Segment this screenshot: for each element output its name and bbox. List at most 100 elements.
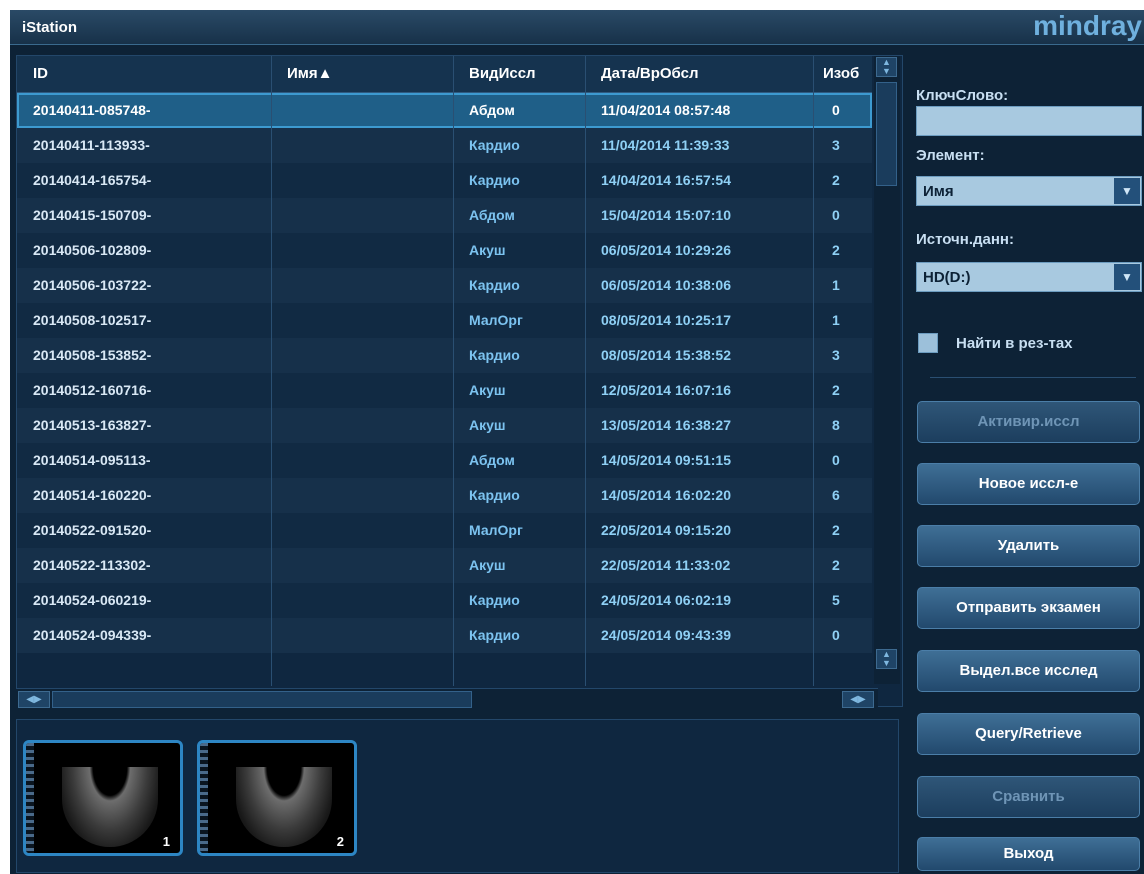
triangle-left-icon: ◀ (850, 694, 858, 705)
cell-exam-date: 11/04/2014 11:39:33 (601, 137, 730, 153)
compare-button[interactable]: Сравнить (917, 776, 1140, 818)
cell-exam-type: Кардио (469, 347, 520, 363)
table-row[interactable]: 20140415-150709- Абдом 15/04/2014 15:07:10… (17, 198, 872, 233)
keyword-label: КлючСлово: (916, 87, 1009, 104)
table-row[interactable]: 20140414-165754- Кардио 14/04/2014 16:57:5… (17, 163, 872, 198)
select-all-exams-button[interactable]: Выдел.все исслед (917, 650, 1140, 692)
exit-button[interactable]: Выход (917, 837, 1140, 871)
table-row[interactable]: 20140506-102809- Акуш 06/05/2014 10:29:26 2 (17, 233, 872, 268)
exam-table: ID Имя▲ ВидИссл Дата/ВрОбсл Изоб 2014041… (16, 55, 903, 707)
scroll-up-top-button[interactable]: ▲ ▼ (876, 57, 897, 77)
cell-image-count: 2 (832, 172, 840, 188)
cell-exam-type: Кардио (469, 172, 520, 188)
column-header-images[interactable]: Изоб (823, 65, 859, 82)
search-panel: КлючСлово: Элемент: Имя ▼ Источн.данн: H… (910, 55, 1144, 871)
table-row[interactable]: 20140508-153852- Кардио 08/05/2014 15:38:5… (17, 338, 872, 373)
column-divider (271, 56, 272, 686)
cell-exam-date: 22/05/2014 09:15:20 (601, 522, 731, 538)
vertical-scroll-thumb[interactable] (876, 82, 897, 186)
column-header-name[interactable]: Имя▲ (287, 65, 332, 82)
cell-image-count: 6 (832, 487, 840, 503)
cell-exam-date: 24/05/2014 09:43:39 (601, 627, 731, 643)
cell-image-count: 3 (832, 137, 840, 153)
scroll-left-right-button[interactable]: ◀▶ (842, 691, 874, 708)
chevron-down-icon[interactable]: ▼ (1114, 264, 1140, 290)
cell-exam-type: Абдом (469, 207, 515, 223)
table-row[interactable]: 20140411-085748- Абдом 11/04/2014 08:57:48… (17, 93, 872, 128)
element-select[interactable]: Имя ▼ (916, 176, 1142, 206)
horizontal-scrollbar[interactable]: ◀▶ ◀▶ (16, 688, 878, 709)
cell-exam-date: 15/04/2014 15:07:10 (601, 207, 731, 223)
table-row[interactable]: 20140522-091520- МалОрг 22/05/2014 09:15:2… (17, 513, 872, 548)
delete-button[interactable]: Удалить (917, 525, 1140, 567)
cell-exam-date: 06/05/2014 10:38:06 (601, 277, 731, 293)
cell-exam-date: 06/05/2014 10:29:26 (601, 242, 731, 258)
title-bar: iStation mindray (10, 10, 1144, 45)
search-in-results-checkbox[interactable] (918, 333, 938, 353)
cell-id: 20140414-165754- (33, 172, 152, 188)
cell-id: 20140524-094339- (33, 627, 152, 643)
table-row[interactable]: 20140524-060219- Кардио 24/05/2014 06:02:1… (17, 583, 872, 618)
ultrasound-image (236, 767, 332, 847)
column-header-id[interactable]: ID (33, 65, 48, 82)
cell-image-count: 0 (832, 102, 840, 118)
activate-exam-button[interactable]: Активир.иссл (917, 401, 1140, 443)
source-select[interactable]: HD(D:) ▼ (916, 262, 1142, 292)
column-divider (813, 56, 814, 686)
table-row[interactable]: 20140411-113933- Кардио 11/04/2014 11:39:3… (17, 128, 872, 163)
table-row[interactable]: 20140522-113302- Акуш 22/05/2014 11:33:02 2 (17, 548, 872, 583)
triangle-right-icon: ▶ (858, 694, 866, 705)
cell-image-count: 2 (832, 522, 840, 538)
column-divider (585, 56, 586, 686)
cell-exam-type: Акуш (469, 382, 506, 398)
triangle-left-icon: ◀ (26, 694, 34, 705)
column-header-exam-date[interactable]: Дата/ВрОбсл (601, 65, 699, 82)
table-row[interactable]: 20140506-103722- Кардио 06/05/2014 10:38:0… (17, 268, 872, 303)
chevron-down-icon[interactable]: ▼ (1114, 178, 1140, 204)
horizontal-scroll-thumb[interactable] (52, 691, 472, 708)
cell-exam-type: Кардио (469, 627, 520, 643)
cell-exam-date: 11/04/2014 08:57:48 (601, 102, 731, 118)
cell-exam-date: 24/05/2014 06:02:19 (601, 592, 731, 608)
column-header-exam-type[interactable]: ВидИссл (469, 65, 536, 82)
element-select-value: Имя (923, 183, 954, 200)
cell-id: 20140508-102517- (33, 312, 152, 328)
query-retrieve-button[interactable]: Query/Retrieve (917, 713, 1140, 755)
film-strip (200, 743, 208, 853)
table-row[interactable]: 20140508-102517- МалОрг 08/05/2014 10:25:1… (17, 303, 872, 338)
table-row[interactable]: 20140513-163827- Акуш 13/05/2014 16:38:27 8 (17, 408, 872, 443)
search-in-results-label[interactable]: Найти в рез-тах (956, 335, 1073, 352)
scroll-down-bottom-button[interactable]: ▲ ▼ (876, 649, 897, 669)
table-row[interactable]: 20140512-160716- Акуш 12/05/2014 16:07:16 2 (17, 373, 872, 408)
scroll-left-right-button[interactable]: ◀▶ (18, 691, 50, 708)
cell-image-count: 0 (832, 627, 840, 643)
brand-logo: mindray (1033, 10, 1142, 41)
cell-id: 20140524-060219- (33, 592, 152, 608)
cell-exam-date: 22/05/2014 11:33:02 (601, 557, 731, 573)
cell-id: 20140514-160220- (33, 487, 152, 503)
cell-exam-type: Акуш (469, 557, 506, 573)
cell-id: 20140508-153852- (33, 347, 152, 363)
table-row[interactable]: 20140524-094339- Кардио 24/05/2014 09:43:3… (17, 618, 872, 653)
vertical-scrollbar[interactable]: ▲ ▼ ▲ ▼ (874, 56, 900, 684)
keyword-input[interactable] (916, 106, 1142, 136)
cell-id: 20140415-150709- (33, 207, 152, 223)
divider (930, 377, 1136, 378)
image-thumbnail[interactable]: 2 (197, 740, 357, 856)
table-row[interactable]: 20140514-095113- Абдом 14/05/2014 09:51:15… (17, 443, 872, 478)
cell-exam-type: Кардио (469, 277, 520, 293)
image-thumbnail[interactable]: 1 (23, 740, 183, 856)
cell-image-count: 5 (832, 592, 840, 608)
table-body: 20140411-085748- Абдом 11/04/2014 08:57:48… (17, 93, 872, 653)
cell-id: 20140522-113302- (33, 557, 151, 573)
cell-image-count: 2 (832, 242, 840, 258)
cell-image-count: 8 (832, 417, 840, 433)
cell-id: 20140411-113933- (33, 137, 150, 153)
cell-exam-type: МалОрг (469, 522, 523, 538)
triangle-down-icon: ▼ (882, 66, 891, 76)
new-exam-button[interactable]: Новое иссл-е (917, 463, 1140, 505)
send-exam-button[interactable]: Отправить экзамен (917, 587, 1140, 629)
triangle-right-icon: ▶ (34, 694, 42, 705)
cell-exam-date: 08/05/2014 10:25:17 (601, 312, 731, 328)
table-row[interactable]: 20140514-160220- Кардио 14/05/2014 16:02:2… (17, 478, 872, 513)
